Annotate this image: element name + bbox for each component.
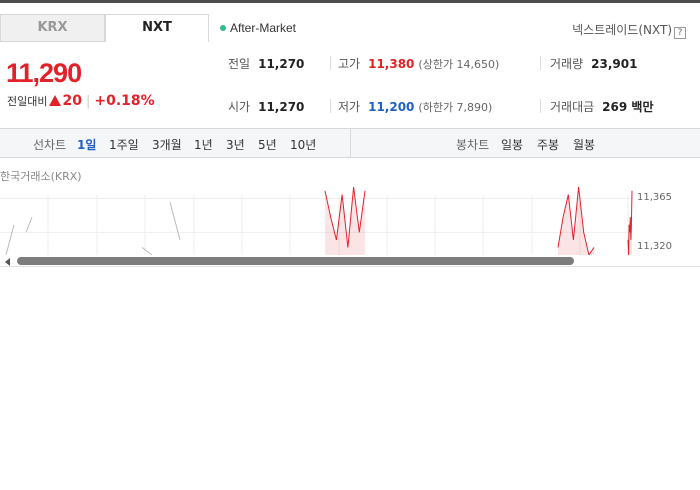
divider <box>330 99 331 113</box>
period-5y[interactable]: 5년 <box>258 136 277 153</box>
status-dot-icon <box>220 25 226 31</box>
stat-label: 저가 <box>338 100 361 114</box>
change-rate: +0.18% <box>94 93 155 109</box>
stat-label: 거래량 <box>550 57 584 71</box>
intraday-chart: 11,365 11,320 <box>0 186 672 255</box>
period-10y[interactable]: 10년 <box>290 136 316 153</box>
price-change: 전일대비 20 | +0.18% <box>7 93 155 109</box>
stat-high: 고가 11,380 (상한가 14,650) <box>338 55 499 72</box>
lower-limit: (하한가 7,890) <box>418 101 493 114</box>
stat-value: 11,270 <box>258 100 305 114</box>
stat-label: 고가 <box>338 57 361 71</box>
period-bar-divider <box>350 129 351 158</box>
period-1d[interactable]: 1일 <box>77 136 96 153</box>
provider-label: 넥스트레이드(NXT) <box>572 23 672 37</box>
stat-value: 11,200 <box>368 100 415 114</box>
scroll-left-icon[interactable] <box>5 258 10 266</box>
stat-volume: 거래량 23,901 <box>550 55 637 72</box>
tab-nxt[interactable]: NXT <box>105 14 209 42</box>
y-tick-label: 11,365 <box>637 192 672 203</box>
candle-weekly[interactable]: 주봉 <box>537 136 559 153</box>
divider <box>540 56 541 70</box>
chart-period-bar: 선차트 1일 1주일 3개월 1년 3년 5년 10년 봉차트 일봉 주봉 월봉 <box>0 128 700 158</box>
period-3y[interactable]: 3년 <box>226 136 245 153</box>
tab-krx[interactable]: KRX <box>0 14 105 42</box>
series-line <box>141 247 153 255</box>
period-1w[interactable]: 1주일 <box>109 136 139 153</box>
candle-daily[interactable]: 일봉 <box>501 136 523 153</box>
stat-value: 11,380 <box>368 57 415 71</box>
period-1y[interactable]: 1년 <box>194 136 213 153</box>
y-tick-label: 11,320 <box>637 241 672 252</box>
candle-chart-title: 봉차트 <box>456 138 490 152</box>
change-amount: 20 <box>62 93 82 109</box>
stat-value: 23,901 <box>591 57 638 71</box>
change-divider: | <box>85 94 91 109</box>
stat-value: 269 백만 <box>602 100 654 114</box>
series-line <box>25 217 33 233</box>
stat-label: 시가 <box>228 100 251 114</box>
current-price: 11,290 <box>6 58 82 88</box>
stat-label: 거래대금 <box>550 100 595 114</box>
series-line <box>5 224 15 255</box>
stat-amount: 거래대금 269 백만 <box>550 98 653 115</box>
period-3m[interactable]: 3개월 <box>152 136 182 153</box>
series-area <box>558 187 594 255</box>
up-arrow-icon <box>49 95 62 106</box>
chart-grid <box>0 195 630 255</box>
market-status: After-Market <box>220 21 296 35</box>
stat-value: 11,270 <box>258 57 305 71</box>
chart-series <box>5 186 633 255</box>
stat-label: 전일 <box>228 57 251 71</box>
help-icon[interactable]: ? <box>674 27 686 39</box>
candle-monthly[interactable]: 월봉 <box>573 136 595 153</box>
scroll-thumb[interactable] <box>17 257 574 265</box>
change-label: 전일대비 <box>7 95 48 108</box>
data-provider: 넥스트레이드(NXT)? <box>572 21 686 39</box>
stat-prev-close: 전일 11,270 <box>228 55 304 72</box>
stat-open: 시가 11,270 <box>228 98 304 115</box>
line-chart-title: 선차트 <box>33 138 67 152</box>
divider <box>540 99 541 113</box>
upper-limit: (상한가 14,650) <box>418 58 500 71</box>
top-border <box>0 0 700 3</box>
stat-low: 저가 11,200 (하한가 7,890) <box>338 98 492 115</box>
series-line <box>169 201 181 241</box>
market-status-label: After-Market <box>230 21 297 35</box>
divider <box>330 56 331 70</box>
